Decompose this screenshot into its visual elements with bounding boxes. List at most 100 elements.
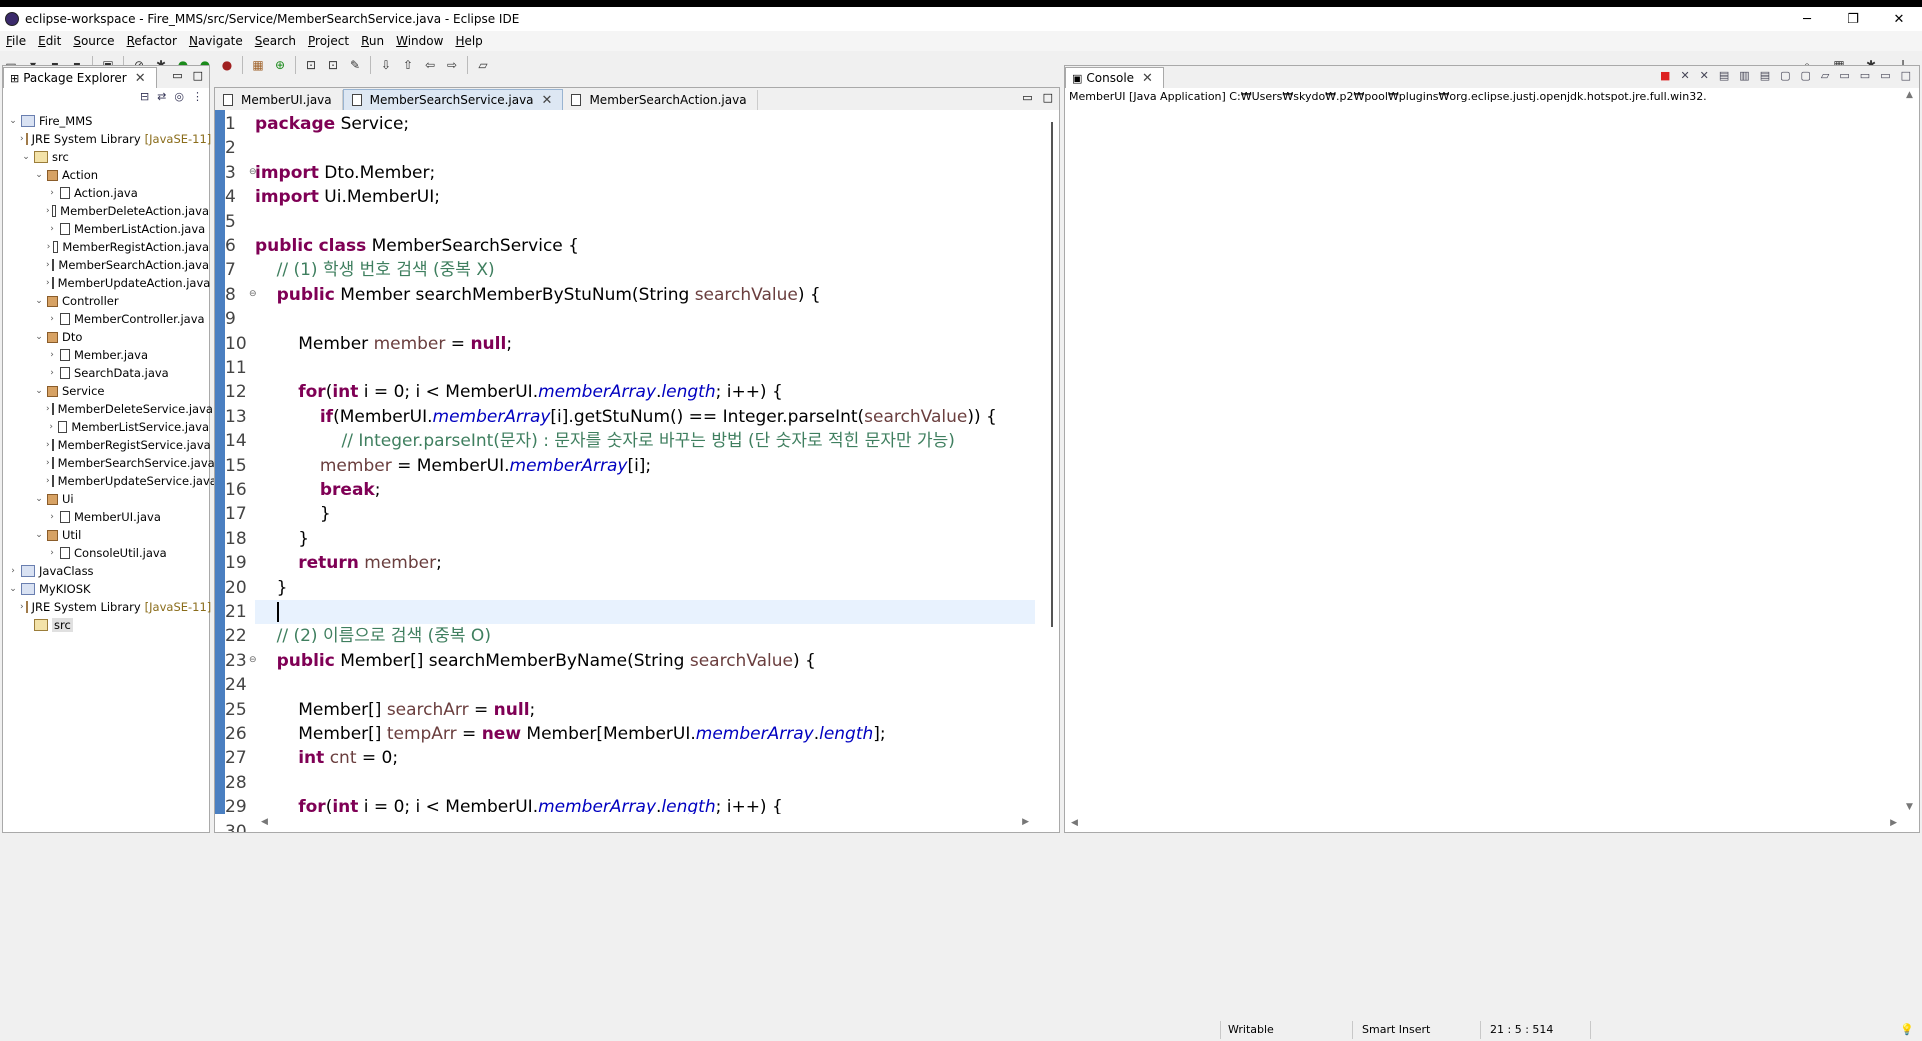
- tree-item[interactable]: › MemberListService.java: [7, 418, 209, 436]
- chevron-right-icon[interactable]: ›: [46, 422, 56, 432]
- chevron-right-icon[interactable]: ›: [46, 242, 51, 252]
- maximize-view-icon[interactable]: □: [1043, 91, 1053, 104]
- tab-package-explorer[interactable]: ⊞ Package Explorer ✕: [3, 67, 157, 88]
- tree-item[interactable]: › MemberListAction.java: [7, 220, 209, 238]
- tips-icon[interactable]: 💡: [1900, 1023, 1914, 1036]
- status-insert-mode[interactable]: Smart Insert: [1362, 1023, 1430, 1036]
- focus-icon[interactable]: ◎: [174, 90, 184, 103]
- editor-tab-membersearchservice[interactable]: MemberSearchService.java ✕: [342, 89, 564, 110]
- minimize-button[interactable]: ─: [1784, 7, 1830, 31]
- chevron-right-icon[interactable]: ›: [46, 368, 58, 378]
- chevron-right-icon[interactable]: ›: [46, 260, 50, 270]
- code-line[interactable]: }: [255, 576, 1035, 600]
- link-with-editor-icon[interactable]: ⇄: [157, 90, 166, 103]
- back-icon[interactable]: ⇦: [422, 57, 438, 73]
- vertical-scrollbar[interactable]: [1041, 110, 1059, 814]
- status-cursor-position[interactable]: 21 : 5 : 514: [1490, 1023, 1553, 1036]
- tree-item[interactable]: › MemberUpdateAction.java: [7, 274, 210, 292]
- console-output[interactable]: MemberUI [Java Application] C:₩Users₩sky…: [1065, 88, 1919, 832]
- chevron-right-icon[interactable]: ›: [46, 206, 50, 216]
- close-icon[interactable]: ✕: [135, 71, 146, 86]
- tree-item[interactable]: › ConsoleUtil.java: [7, 544, 209, 562]
- tree-item[interactable]: ⌄ Service: [7, 382, 209, 400]
- maximize-view-icon[interactable]: □: [1901, 69, 1911, 82]
- menu-run[interactable]: Run: [355, 34, 390, 48]
- tree-item[interactable]: › JRE System Library [JavaSE-11]: [7, 130, 211, 148]
- tree-item[interactable]: ⌄ Ui: [7, 490, 209, 508]
- editor-tab-memberui[interactable]: MemberUI.java: [215, 90, 343, 110]
- chevron-right-icon[interactable]: ›: [46, 314, 58, 324]
- terminate-icon[interactable]: ■: [1660, 69, 1670, 82]
- tree-item[interactable]: › JavaClass: [7, 562, 209, 580]
- code-line[interactable]: Member[] tempArr = new Member[MemberUI.m…: [255, 722, 1035, 746]
- chevron-right-icon[interactable]: ›: [7, 566, 19, 576]
- tree-item[interactable]: › MemberSearchAction.java: [7, 256, 209, 274]
- chevron-right-icon[interactable]: ›: [46, 224, 58, 234]
- code-lines[interactable]: package Service; import Dto.Member; import…: [255, 110, 1035, 832]
- chevron-right-icon[interactable]: ›: [20, 602, 24, 612]
- open-type-icon[interactable]: ⊡: [303, 57, 319, 73]
- collapse-all-icon[interactable]: ⊟: [140, 90, 149, 103]
- chevron-down-icon[interactable]: ⌄: [33, 494, 45, 504]
- maximize-view-icon[interactable]: □: [193, 69, 203, 82]
- code-line[interactable]: break;: [255, 478, 1035, 502]
- menu-source[interactable]: Source: [67, 34, 120, 48]
- tree-item[interactable]: › MemberDeleteService.java: [7, 400, 213, 418]
- code-line[interactable]: // (2) 이름으로 검색 (중복 O): [255, 624, 1035, 648]
- scroll-lock-icon[interactable]: ▥: [1739, 69, 1749, 82]
- code-line[interactable]: // (1) 학생 번호 검색 (중복 X): [255, 258, 1035, 282]
- code-line[interactable]: Member[] searchArr = null;: [255, 698, 1035, 722]
- close-button[interactable]: ✕: [1876, 7, 1922, 31]
- chevron-right-icon[interactable]: ›: [46, 350, 58, 360]
- chevron-down-icon[interactable]: ⌄: [33, 296, 45, 306]
- code-line[interactable]: [255, 136, 1035, 160]
- menu-project[interactable]: Project: [302, 34, 355, 48]
- code-line[interactable]: member = MemberUI.memberArray[i];: [255, 454, 1035, 478]
- chevron-down-icon[interactable]: ⌄: [33, 170, 45, 180]
- code-line[interactable]: if(MemberUI.memberArray[i].getStuNum() =…: [255, 405, 1035, 429]
- show-on-output-icon[interactable]: ▢: [1780, 69, 1790, 82]
- code-line[interactable]: public Member searchMemberByStuNum(Strin…: [255, 283, 1035, 307]
- code-line[interactable]: package Service;: [255, 112, 1035, 136]
- code-line[interactable]: }: [255, 527, 1035, 551]
- close-icon[interactable]: ✕: [542, 93, 553, 108]
- code-line[interactable]: [255, 673, 1035, 697]
- scroll-up-icon[interactable]: ▲: [1906, 90, 1913, 100]
- chevron-right-icon[interactable]: ›: [46, 548, 58, 558]
- tree-item[interactable]: › MemberRegistAction.java: [7, 238, 209, 256]
- open-console-icon[interactable]: ▭: [1860, 69, 1870, 82]
- code-line[interactable]: Member member = null;: [255, 332, 1035, 356]
- scroll-down-icon[interactable]: ▼: [1906, 802, 1913, 812]
- close-icon[interactable]: ✕: [1142, 71, 1153, 86]
- word-wrap-icon[interactable]: ▤: [1760, 69, 1770, 82]
- tree-item[interactable]: ⌄ Fire_MMS: [7, 112, 209, 130]
- code-line[interactable]: import Ui.MemberUI;: [255, 185, 1035, 209]
- console-vscroll[interactable]: ▲ ▼: [1903, 88, 1917, 814]
- annotation-prev-icon[interactable]: ⇧: [400, 57, 416, 73]
- code-line[interactable]: return member;: [255, 551, 1035, 575]
- code-line[interactable]: [255, 210, 1035, 234]
- horizontal-scrollbar[interactable]: ◀ ▶: [255, 814, 1035, 832]
- chevron-right-icon[interactable]: ›: [46, 512, 58, 522]
- tree-item[interactable]: › MemberController.java: [7, 310, 209, 328]
- tab-console[interactable]: ▣ Console ✕: [1065, 67, 1164, 88]
- tree-item[interactable]: ⌄ Action: [7, 166, 209, 184]
- tree-item[interactable]: › Action.java: [7, 184, 209, 202]
- tree-item[interactable]: › Member.java: [7, 346, 209, 364]
- clear-console-icon[interactable]: ▤: [1719, 69, 1729, 82]
- code-line[interactable]: for(int i = 0; i < MemberUI.memberArray.…: [255, 380, 1035, 404]
- scroll-left-icon[interactable]: ◀: [261, 817, 268, 827]
- code-line[interactable]: [255, 356, 1035, 380]
- chevron-down-icon[interactable]: ⌄: [33, 530, 45, 540]
- search-tool-icon[interactable]: ✎: [347, 57, 363, 73]
- remove-launch-icon[interactable]: ✕: [1680, 69, 1689, 82]
- external-tools-icon[interactable]: ●: [219, 57, 235, 73]
- chevron-down-icon[interactable]: ⌄: [7, 584, 19, 594]
- menu-search[interactable]: Search: [249, 34, 302, 48]
- code-line[interactable]: import Dto.Member;: [255, 161, 1035, 185]
- editor-tab-membersearchaction[interactable]: MemberSearchAction.java: [563, 90, 758, 110]
- code-line[interactable]: int cnt = 0;: [255, 746, 1035, 770]
- scroll-left-icon[interactable]: ◀: [1071, 818, 1078, 828]
- minimize-view-icon[interactable]: ▭: [1880, 69, 1890, 82]
- tree-item[interactable]: ⌄ src: [7, 148, 209, 166]
